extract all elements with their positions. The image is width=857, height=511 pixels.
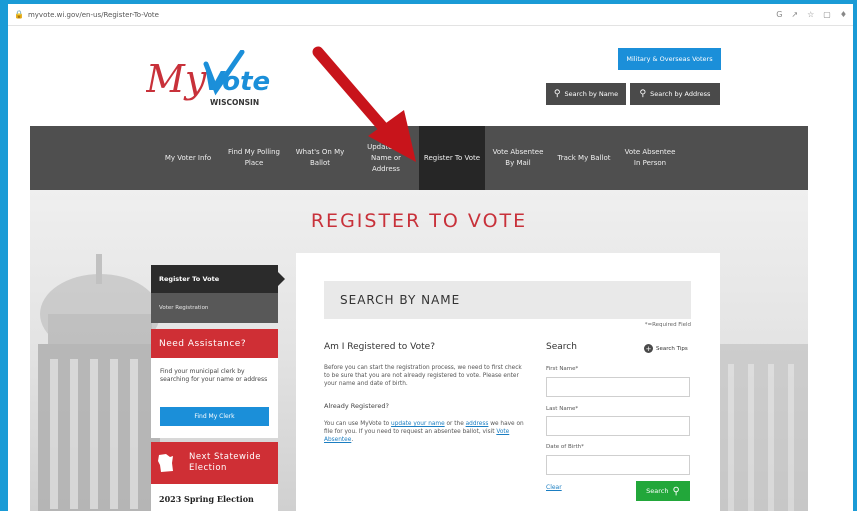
search-by-address-label: Search by Address	[650, 90, 711, 98]
military-overseas-button[interactable]: Military & Overseas Voters	[618, 48, 721, 70]
url-text[interactable]: myvote.wi.gov/en-us/Register-To-Vote	[28, 11, 776, 19]
page-title: REGISTER TO VOTE	[310, 210, 528, 232]
svg-text:My: My	[146, 57, 207, 101]
search-by-name-heading: SEARCH BY NAME	[324, 281, 691, 319]
already-text-part: or the	[444, 421, 466, 427]
already-text-part: You can use MyVote to	[324, 421, 392, 427]
need-assistance-heading: Need Assistance?	[151, 329, 278, 358]
lock-icon: 🔒	[14, 10, 24, 19]
need-assistance-text: Find your municipal clerk by searching f…	[160, 368, 268, 383]
plus-icon: +	[644, 344, 653, 353]
nav-item-register-to-vote[interactable]: Register To Vote	[419, 126, 485, 190]
wisconsin-state-icon	[158, 454, 173, 472]
capitol-building-image	[38, 254, 160, 511]
search-icon: ⚲	[553, 89, 561, 99]
search-icon: ⚲	[639, 89, 647, 99]
address-link[interactable]: address	[466, 421, 489, 427]
search-submit-label: Search	[646, 487, 669, 495]
registered-question-heading: Am I Registered to Vote?	[324, 342, 435, 352]
already-text-part: .	[351, 437, 354, 443]
search-tips-link[interactable]: + Search Tips	[644, 344, 688, 353]
sidebar-active-arrow	[278, 272, 285, 286]
svg-text:WISCONSIN: WISCONSIN	[210, 98, 259, 107]
search-by-name-button[interactable]: ⚲ Search by Name	[546, 83, 626, 105]
find-my-clerk-button[interactable]: Find My Clerk	[160, 407, 269, 426]
dob-label: Date of Birth*	[546, 444, 584, 450]
first-name-label: First Name*	[546, 366, 579, 372]
dob-field[interactable]	[546, 455, 690, 475]
nav-item-vote-absentee-person[interactable]: Vote Absentee In Person	[617, 126, 683, 190]
search-by-address-button[interactable]: ⚲ Search by Address	[630, 83, 720, 105]
last-name-label: Last Name*	[546, 406, 579, 412]
sidebar-section-title[interactable]: Register To Vote	[151, 265, 278, 293]
required-field-note: *=Required Field	[644, 322, 691, 328]
nav-item-vote-absentee-mail[interactable]: Vote Absentee By Mail	[485, 126, 551, 190]
nav-item-track-ballot[interactable]: Track My Ballot	[551, 126, 617, 190]
next-election-name: 2023 Spring Election	[159, 494, 254, 504]
browser-url-bar[interactable]: 🔒 myvote.wi.gov/en-us/Register-To-Vote G…	[8, 4, 853, 26]
last-name-field[interactable]	[546, 416, 690, 436]
search-tips-label: Search Tips	[656, 345, 688, 352]
browser-toolbar-icons: G ↗ ☆ ▢ ♦	[776, 10, 847, 19]
first-name-field[interactable]	[546, 377, 690, 397]
need-assistance-panel: Find your municipal clerk by searching f…	[151, 358, 278, 438]
registered-question-text: Before you can start the registration pr…	[324, 365, 522, 387]
nav-item-my-voter-info[interactable]: My Voter Info	[155, 126, 221, 190]
google-icon[interactable]: G	[776, 10, 782, 19]
search-form-title: Search	[546, 342, 577, 352]
already-registered-text: You can use MyVote to update your name o…	[324, 420, 528, 444]
search-submit-button[interactable]: Search ⚲	[636, 481, 690, 501]
myvote-logo[interactable]: My Vote WISCONSIN	[146, 50, 276, 110]
annotation-arrow-icon	[312, 46, 416, 162]
nav-item-find-polling-place[interactable]: Find My Polling Place	[221, 126, 287, 190]
already-registered-heading: Already Registered?	[324, 402, 389, 410]
next-election-panel: 2023 Spring Election	[151, 484, 278, 511]
star-icon[interactable]: ☆	[807, 10, 814, 19]
sidebar-item-voter-registration[interactable]: Voter Registration	[151, 293, 278, 323]
search-icon: ⚲	[672, 485, 680, 497]
clear-link[interactable]: Clear	[546, 484, 562, 491]
share-icon[interactable]: ↗	[791, 10, 798, 19]
sidebar-icon[interactable]: ▢	[823, 10, 831, 19]
browser-frame: 🔒 myvote.wi.gov/en-us/Register-To-Vote G…	[8, 4, 853, 511]
search-by-name-label: Search by Name	[564, 90, 619, 98]
update-name-link[interactable]: update your name	[391, 421, 445, 427]
extension-icon[interactable]: ♦	[840, 10, 847, 19]
